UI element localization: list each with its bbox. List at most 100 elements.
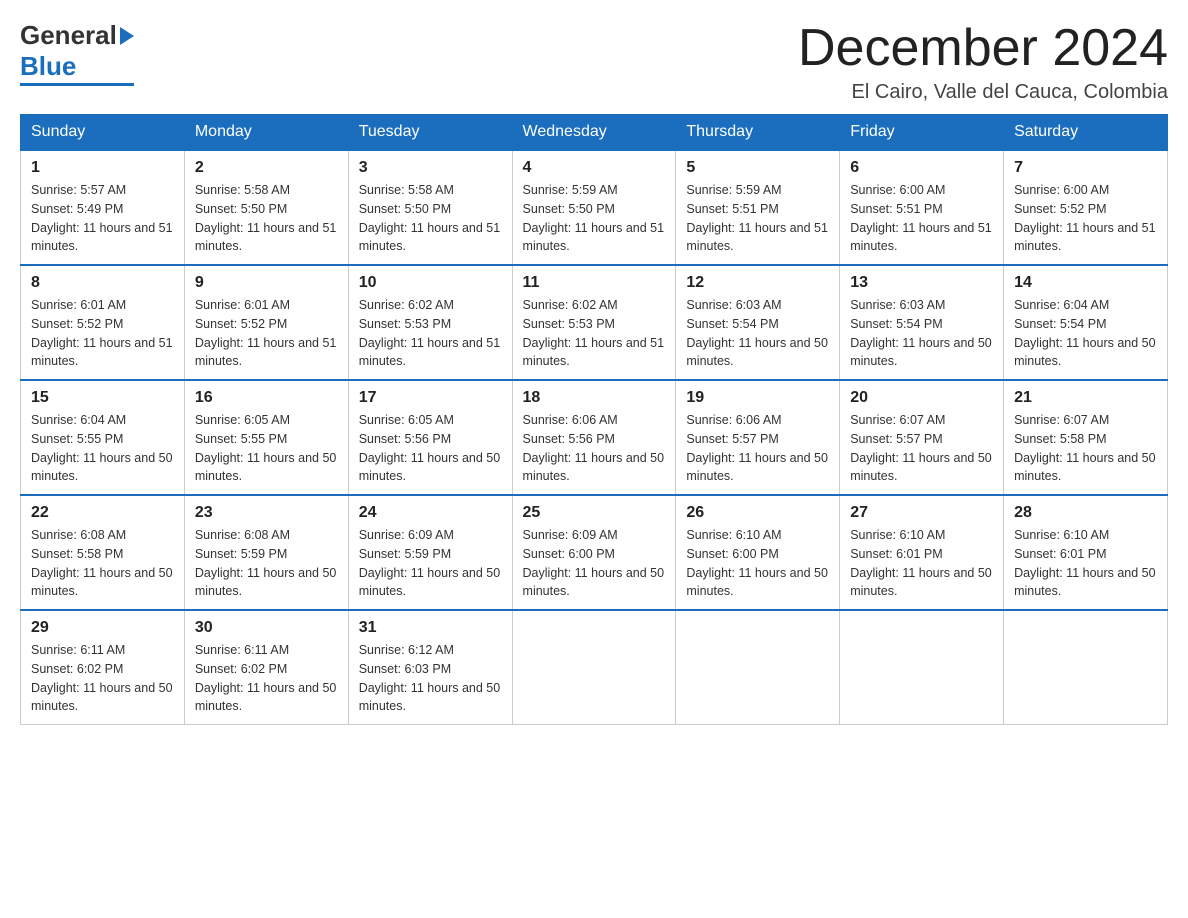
column-header-monday: Monday (184, 115, 348, 151)
sunset-label: Sunset: 5:55 PM (195, 432, 287, 446)
daylight-label: Daylight: 11 hours and 50 minutes. (359, 566, 501, 599)
day-info: Sunrise: 6:02 AM Sunset: 5:53 PM Dayligh… (359, 296, 502, 371)
month-title: December 2024 (798, 20, 1168, 77)
calendar-header-row: SundayMondayTuesdayWednesdayThursdayFrid… (21, 115, 1168, 151)
sunrise-label: Sunrise: 6:08 AM (31, 528, 126, 542)
day-info: Sunrise: 6:04 AM Sunset: 5:54 PM Dayligh… (1014, 296, 1157, 371)
daylight-label: Daylight: 11 hours and 50 minutes. (686, 336, 828, 369)
day-info: Sunrise: 6:12 AM Sunset: 6:03 PM Dayligh… (359, 641, 502, 716)
day-info: Sunrise: 6:05 AM Sunset: 5:55 PM Dayligh… (195, 411, 338, 486)
sunrise-label: Sunrise: 6:03 AM (850, 298, 945, 312)
sunrise-label: Sunrise: 6:02 AM (523, 298, 618, 312)
sunrise-label: Sunrise: 5:58 AM (359, 183, 454, 197)
sunrise-label: Sunrise: 6:08 AM (195, 528, 290, 542)
sunset-label: Sunset: 5:54 PM (1014, 317, 1106, 331)
sunrise-label: Sunrise: 6:02 AM (359, 298, 454, 312)
day-number: 13 (850, 274, 993, 292)
day-number: 24 (359, 504, 502, 522)
day-number: 30 (195, 619, 338, 637)
sunrise-label: Sunrise: 6:07 AM (850, 413, 945, 427)
sunrise-label: Sunrise: 6:09 AM (359, 528, 454, 542)
sunrise-label: Sunrise: 6:10 AM (850, 528, 945, 542)
sunrise-label: Sunrise: 5:59 AM (523, 183, 618, 197)
day-info: Sunrise: 6:10 AM Sunset: 6:00 PM Dayligh… (686, 526, 829, 601)
daylight-label: Daylight: 11 hours and 51 minutes. (359, 336, 501, 369)
calendar-day-cell: 8 Sunrise: 6:01 AM Sunset: 5:52 PM Dayli… (21, 265, 185, 380)
daylight-label: Daylight: 11 hours and 50 minutes. (31, 451, 173, 484)
sunset-label: Sunset: 5:52 PM (195, 317, 287, 331)
daylight-label: Daylight: 11 hours and 50 minutes. (195, 681, 337, 714)
calendar-day-cell: 4 Sunrise: 5:59 AM Sunset: 5:50 PM Dayli… (512, 150, 676, 265)
sunrise-label: Sunrise: 6:00 AM (1014, 183, 1109, 197)
sunrise-label: Sunrise: 6:04 AM (31, 413, 126, 427)
daylight-label: Daylight: 11 hours and 51 minutes. (850, 221, 992, 254)
daylight-label: Daylight: 11 hours and 51 minutes. (359, 221, 501, 254)
day-number: 29 (31, 619, 174, 637)
day-number: 22 (31, 504, 174, 522)
calendar-day-cell: 6 Sunrise: 6:00 AM Sunset: 5:51 PM Dayli… (840, 150, 1004, 265)
day-info: Sunrise: 6:07 AM Sunset: 5:57 PM Dayligh… (850, 411, 993, 486)
calendar-day-cell: 24 Sunrise: 6:09 AM Sunset: 5:59 PM Dayl… (348, 495, 512, 610)
day-number: 17 (359, 389, 502, 407)
day-number: 10 (359, 274, 502, 292)
daylight-label: Daylight: 11 hours and 51 minutes. (686, 221, 828, 254)
sunset-label: Sunset: 5:57 PM (686, 432, 778, 446)
calendar-day-cell: 27 Sunrise: 6:10 AM Sunset: 6:01 PM Dayl… (840, 495, 1004, 610)
sunset-label: Sunset: 5:56 PM (359, 432, 451, 446)
sunset-label: Sunset: 5:59 PM (359, 547, 451, 561)
sunset-label: Sunset: 6:00 PM (686, 547, 778, 561)
calendar-day-cell: 13 Sunrise: 6:03 AM Sunset: 5:54 PM Dayl… (840, 265, 1004, 380)
sunrise-label: Sunrise: 6:00 AM (850, 183, 945, 197)
sunset-label: Sunset: 5:50 PM (523, 202, 615, 216)
calendar-week-row: 15 Sunrise: 6:04 AM Sunset: 5:55 PM Dayl… (21, 380, 1168, 495)
day-info: Sunrise: 6:06 AM Sunset: 5:57 PM Dayligh… (686, 411, 829, 486)
sunset-label: Sunset: 5:56 PM (523, 432, 615, 446)
day-number: 21 (1014, 389, 1157, 407)
daylight-label: Daylight: 11 hours and 50 minutes. (195, 566, 337, 599)
page-header: General Blue December 2024 El Cairo, Val… (20, 20, 1168, 104)
sunset-label: Sunset: 5:58 PM (31, 547, 123, 561)
day-number: 11 (523, 274, 666, 292)
calendar-day-cell: 2 Sunrise: 5:58 AM Sunset: 5:50 PM Dayli… (184, 150, 348, 265)
daylight-label: Daylight: 11 hours and 51 minutes. (1014, 221, 1156, 254)
calendar-day-cell: 23 Sunrise: 6:08 AM Sunset: 5:59 PM Dayl… (184, 495, 348, 610)
calendar-day-cell: 21 Sunrise: 6:07 AM Sunset: 5:58 PM Dayl… (1004, 380, 1168, 495)
day-number: 1 (31, 159, 174, 177)
sunset-label: Sunset: 5:54 PM (686, 317, 778, 331)
sunset-label: Sunset: 5:57 PM (850, 432, 942, 446)
sunrise-label: Sunrise: 6:04 AM (1014, 298, 1109, 312)
daylight-label: Daylight: 11 hours and 51 minutes. (31, 221, 173, 254)
sunrise-label: Sunrise: 6:10 AM (1014, 528, 1109, 542)
daylight-label: Daylight: 11 hours and 50 minutes. (523, 451, 665, 484)
calendar-day-cell: 31 Sunrise: 6:12 AM Sunset: 6:03 PM Dayl… (348, 610, 512, 725)
calendar-day-cell: 16 Sunrise: 6:05 AM Sunset: 5:55 PM Dayl… (184, 380, 348, 495)
logo-general-text: General (20, 20, 117, 51)
day-number: 2 (195, 159, 338, 177)
calendar-day-cell: 9 Sunrise: 6:01 AM Sunset: 5:52 PM Dayli… (184, 265, 348, 380)
day-info: Sunrise: 6:05 AM Sunset: 5:56 PM Dayligh… (359, 411, 502, 486)
daylight-label: Daylight: 11 hours and 50 minutes. (359, 681, 501, 714)
calendar-empty-cell (676, 610, 840, 725)
calendar-week-row: 22 Sunrise: 6:08 AM Sunset: 5:58 PM Dayl… (21, 495, 1168, 610)
sunset-label: Sunset: 5:52 PM (1014, 202, 1106, 216)
calendar-day-cell: 30 Sunrise: 6:11 AM Sunset: 6:02 PM Dayl… (184, 610, 348, 725)
calendar-week-row: 1 Sunrise: 5:57 AM Sunset: 5:49 PM Dayli… (21, 150, 1168, 265)
daylight-label: Daylight: 11 hours and 50 minutes. (850, 336, 992, 369)
calendar-empty-cell (1004, 610, 1168, 725)
logo-triangle-icon (120, 27, 134, 45)
day-number: 8 (31, 274, 174, 292)
daylight-label: Daylight: 11 hours and 51 minutes. (523, 336, 665, 369)
sunrise-label: Sunrise: 5:59 AM (686, 183, 781, 197)
day-number: 23 (195, 504, 338, 522)
sunset-label: Sunset: 5:53 PM (523, 317, 615, 331)
daylight-label: Daylight: 11 hours and 50 minutes. (686, 566, 828, 599)
sunset-label: Sunset: 5:58 PM (1014, 432, 1106, 446)
column-header-friday: Friday (840, 115, 1004, 151)
calendar-empty-cell (840, 610, 1004, 725)
day-info: Sunrise: 6:09 AM Sunset: 6:00 PM Dayligh… (523, 526, 666, 601)
sunrise-label: Sunrise: 6:06 AM (686, 413, 781, 427)
sunset-label: Sunset: 6:03 PM (359, 662, 451, 676)
day-number: 9 (195, 274, 338, 292)
calendar-empty-cell (512, 610, 676, 725)
day-info: Sunrise: 5:58 AM Sunset: 5:50 PM Dayligh… (359, 181, 502, 256)
